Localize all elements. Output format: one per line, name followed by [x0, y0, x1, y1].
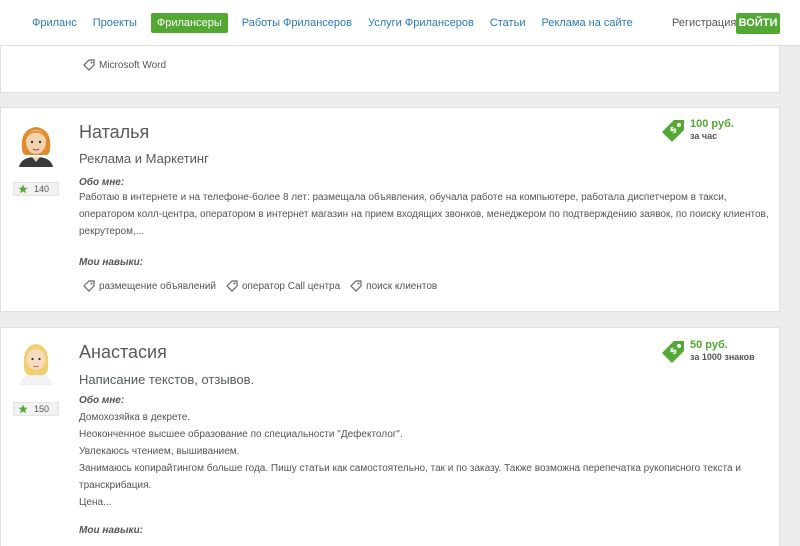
skills-list: размещение объявлений оператор Call цент…: [83, 280, 447, 292]
nav-item-freelancer-services[interactable]: Услуги Фрилансеров: [366, 13, 476, 33]
freelancer-name[interactable]: Наталья: [79, 122, 149, 143]
top-navigation-bar: Фриланс Проекты Фрилансеры Работы Фрилан…: [0, 0, 800, 46]
about-text: Домохозяйка в декрете. Неоконченное высш…: [79, 412, 741, 508]
freelancer-card: 150 Анастасия Написание текстов, отзывов…: [0, 327, 780, 546]
freelancer-name[interactable]: Анастасия: [79, 342, 167, 363]
skill-tag[interactable]: размещение объявлений: [83, 280, 216, 292]
skill-tag[interactable]: оператор Call центра: [226, 280, 340, 292]
skill-label: Microsoft Word: [99, 59, 167, 71]
freelancer-card: 140 Наталья Реклама и Маркетинг Обо мне:…: [0, 107, 780, 312]
login-button[interactable]: ВОЙТИ: [736, 13, 780, 34]
freelancer-specialization: Написание текстов, отзывов.: [79, 372, 255, 387]
price-amount: 100 руб.: [690, 118, 734, 130]
price-block: $ 100 руб. за час: [660, 118, 734, 144]
tag-icon: [350, 280, 362, 292]
price-unit: за час: [690, 131, 718, 141]
nav-item-articles[interactable]: Статьи: [488, 13, 528, 33]
about-label: Обо мне:: [79, 395, 125, 406]
price-amount: 50 руб.: [690, 339, 728, 351]
nav-item-freelancer-works[interactable]: Работы Фрилансеров: [240, 13, 354, 33]
star-icon: [18, 184, 28, 194]
price-tag-icon: $: [662, 120, 684, 142]
about-label: Обо мне:: [79, 177, 125, 188]
rating-badge: 140: [13, 182, 59, 196]
skill-label: размещение объявлений: [99, 280, 216, 292]
avatar-icon[interactable]: [13, 121, 59, 167]
tag-icon: [83, 280, 95, 292]
register-link[interactable]: Регистрация: [672, 17, 736, 29]
freelancer-specialization: Реклама и Маркетинг: [79, 151, 209, 166]
price-block: $ 50 руб. за 1000 знаков: [660, 339, 755, 365]
skills-label: Мои навыки:: [79, 257, 144, 268]
rating-badge: 150: [13, 402, 59, 416]
nav-item-freelance[interactable]: Фриланс: [30, 13, 79, 33]
nav-item-advertising[interactable]: Реклама на сайте: [539, 13, 634, 33]
tag-icon: [226, 280, 238, 292]
skill-tag[interactable]: поиск клиентов: [350, 280, 437, 292]
about-text: Работаю в интернете и на телефоне-более …: [79, 192, 769, 237]
price-unit: за 1000 знаков: [690, 352, 755, 362]
star-icon: [18, 404, 28, 414]
rating-value: 140: [34, 184, 50, 194]
nav-item-projects[interactable]: Проекты: [91, 13, 139, 33]
skills-label: Мои навыки:: [79, 525, 144, 536]
main-nav: Фриланс Проекты Фрилансеры Работы Фрилан…: [30, 13, 647, 33]
nav-item-freelancers[interactable]: Фрилансеры: [150, 13, 228, 33]
skill-label: поиск клиентов: [366, 280, 438, 292]
rating-value: 150: [34, 404, 50, 414]
price-tag-icon: $: [662, 341, 684, 363]
freelancer-card-previous: Microsoft Word: [0, 46, 780, 93]
skill-label: оператор Call центра: [241, 280, 341, 292]
tag-icon: [83, 59, 95, 71]
avatar-icon[interactable]: [13, 339, 59, 385]
skill-tag[interactable]: Microsoft Word: [83, 59, 166, 71]
